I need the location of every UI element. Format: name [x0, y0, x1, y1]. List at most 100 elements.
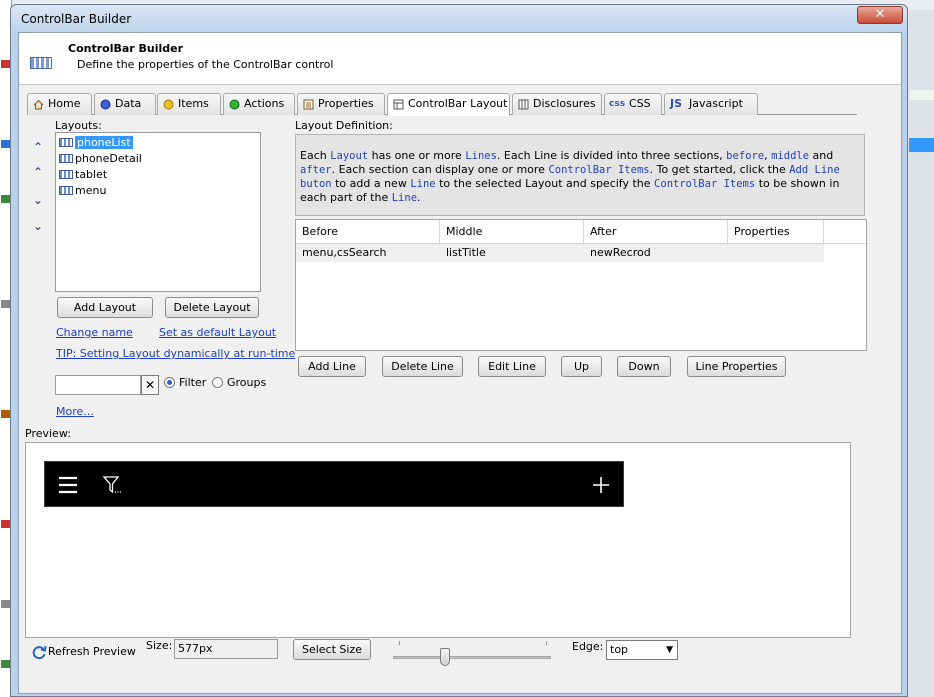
- slider-tick: [546, 641, 547, 645]
- list-item-label: menu: [75, 184, 107, 197]
- edit-line-button[interactable]: Edit Line: [478, 356, 546, 377]
- chevron-down-icon: ▼: [666, 645, 673, 655]
- list-item-label: phoneDetail: [75, 152, 142, 165]
- move-bottom-icon[interactable]: ⌄: [31, 219, 45, 233]
- info-keyword: middle: [771, 150, 810, 162]
- tab-home[interactable]: Home: [27, 93, 92, 115]
- info-keyword: Line: [410, 178, 436, 190]
- layout-icon: [59, 154, 73, 163]
- tab-controlbar-layout[interactable]: ControlBar Layout: [387, 93, 510, 116]
- size-slider[interactable]: [393, 656, 551, 659]
- tab-javascript[interactable]: JS Javascript: [664, 93, 758, 115]
- tab-label: Javascript: [689, 97, 743, 110]
- slider-tick: [399, 641, 400, 645]
- layout-icon: [59, 170, 73, 179]
- list-item-label: phoneList: [75, 136, 133, 149]
- controlbar-preview: [44, 461, 624, 507]
- size-slider-thumb[interactable]: [440, 648, 450, 666]
- info-keyword: before: [726, 150, 765, 162]
- column-header-after[interactable]: After: [584, 220, 728, 244]
- tab-items[interactable]: Items: [157, 93, 221, 115]
- tab-strip: Home Data Items Actions Properties Contr…: [27, 93, 857, 116]
- tab-data[interactable]: Data: [94, 93, 156, 115]
- filter-input[interactable]: [55, 375, 141, 395]
- delete-line-button[interactable]: Delete Line: [382, 356, 463, 377]
- column-header-middle[interactable]: Middle: [440, 220, 584, 244]
- add-layout-button[interactable]: Add Layout: [57, 297, 153, 318]
- info-text: has one or more: [368, 149, 466, 162]
- refresh-preview-label: Refresh Preview: [48, 645, 136, 658]
- tab-label: Disclosures: [533, 97, 596, 110]
- column-header-properties[interactable]: Properties: [728, 220, 824, 244]
- up-button[interactable]: Up: [561, 356, 602, 377]
- table-cell[interactable]: newRecrod: [584, 244, 728, 262]
- preview-label: Preview:: [25, 427, 71, 440]
- filter-radio-label: Filter: [179, 376, 207, 389]
- tab-css[interactable]: css CSS: [604, 93, 662, 115]
- list-item-label: tablet: [75, 168, 108, 181]
- preview-area: [25, 442, 851, 638]
- layout-icon: [393, 99, 404, 110]
- edge-select-value: top: [610, 643, 629, 656]
- add-icon: [593, 477, 609, 493]
- clear-filter-icon[interactable]: ✕: [141, 375, 159, 395]
- tip-link[interactable]: TIP: Setting Layout dynamically at run-t…: [56, 347, 295, 360]
- dialog-header: ControlBar Builder Define the properties…: [19, 33, 901, 85]
- move-top-icon[interactable]: ⌃: [31, 140, 45, 154]
- close-button[interactable]: ✕: [857, 6, 903, 24]
- properties-icon: [303, 99, 314, 110]
- info-keyword: Layout: [330, 150, 369, 162]
- list-item[interactable]: menu: [58, 183, 258, 198]
- list-item[interactable]: phoneList: [58, 135, 258, 150]
- layouts-label: Layouts:: [55, 119, 102, 132]
- info-text: to add a new: [331, 177, 411, 190]
- info-text: . To get started, click the: [649, 163, 790, 176]
- groups-radio[interactable]: [212, 377, 223, 388]
- table-cell[interactable]: menu,csSearch: [296, 244, 440, 262]
- info-keyword: Line: [391, 192, 418, 204]
- set-default-layout-link[interactable]: Set as default Layout: [159, 326, 276, 339]
- layout-icon: [59, 138, 73, 147]
- info-text: . Each Line is divided into three sectio…: [496, 149, 727, 162]
- controlbar-builder-window: ControlBar Builder ✕ ControlBar Builder …: [10, 4, 908, 697]
- move-up-icon[interactable]: ⌃: [31, 165, 45, 179]
- tab-properties[interactable]: Properties: [297, 93, 385, 115]
- tab-actions[interactable]: Actions: [223, 93, 295, 115]
- select-size-button[interactable]: Select Size: [293, 639, 371, 660]
- table-cell[interactable]: listTitle: [440, 244, 584, 262]
- layouts-list[interactable]: phoneList phoneDetail tablet menu: [55, 132, 261, 292]
- info-keyword: ControlBar Items: [654, 178, 756, 190]
- delete-layout-button[interactable]: Delete Layout: [165, 297, 259, 318]
- add-line-button[interactable]: Add Line: [298, 356, 366, 377]
- tab-label: Home: [48, 97, 81, 110]
- list-item[interactable]: tablet: [58, 167, 258, 182]
- change-name-link[interactable]: Change name: [56, 326, 133, 339]
- table-cell[interactable]: [728, 244, 824, 262]
- info-text: Each: [300, 149, 331, 162]
- more-link[interactable]: More...: [56, 405, 94, 418]
- background-app-fragment: [909, 90, 934, 100]
- edge-label: Edge:: [572, 640, 604, 653]
- header-title: ControlBar Builder: [68, 42, 184, 55]
- lines-table[interactable]: Before Middle After Properties menu,csSe…: [295, 219, 867, 351]
- dialog-client: ControlBar Builder Define the properties…: [18, 32, 902, 694]
- filter-radio[interactable]: [164, 377, 175, 388]
- tab-label: Items: [178, 97, 209, 110]
- move-down-icon[interactable]: ⌄: [31, 193, 45, 207]
- filter-icon: [102, 476, 121, 494]
- layout-info-box: Each Layout has one or more Lines. Each …: [295, 134, 865, 216]
- line-properties-button[interactable]: Line Properties: [687, 356, 786, 377]
- edge-select[interactable]: top ▼: [606, 640, 678, 660]
- info-keyword: after: [300, 164, 332, 176]
- layout-definition-label: Layout Definition:: [295, 119, 393, 132]
- info-keyword: Lines: [465, 150, 497, 162]
- actions-icon: [229, 99, 240, 110]
- column-header-before[interactable]: Before: [296, 220, 440, 244]
- size-field[interactable]: 577px: [174, 639, 278, 659]
- groups-radio-label: Groups: [227, 376, 267, 389]
- info-text: . Each section can display one or more: [331, 163, 549, 176]
- list-item[interactable]: phoneDetail: [58, 151, 258, 166]
- tab-disclosures[interactable]: Disclosures: [512, 93, 602, 115]
- down-button[interactable]: Down: [617, 356, 671, 377]
- title-bar[interactable]: ControlBar Builder ✕: [11, 5, 907, 32]
